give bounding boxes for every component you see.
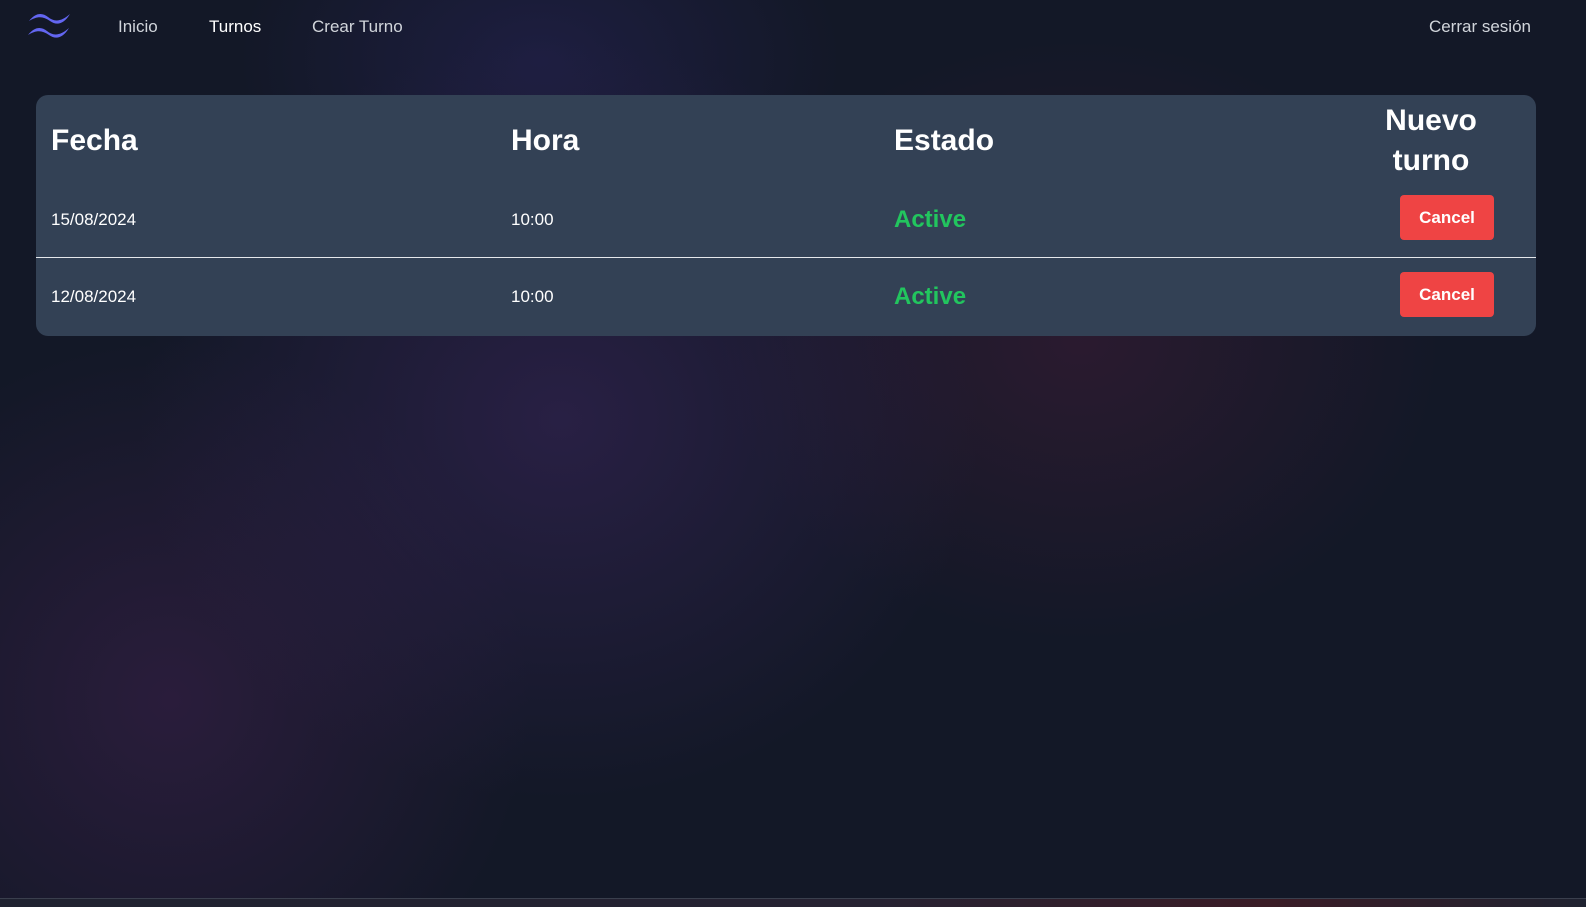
tailwind-wave-logo-icon[interactable] [26, 9, 72, 41]
top-navbar: Inicio Turnos Crear Turno Cerrar sesión [0, 0, 1586, 54]
column-header-estado: Estado [894, 124, 995, 157]
nav-link-inicio[interactable]: Inicio [118, 16, 158, 38]
column-header-hora: Hora [511, 124, 580, 157]
column-header-fecha: Fecha [51, 124, 138, 157]
cell-fecha: 12/08/2024 [51, 287, 137, 306]
table-row: 15/08/2024 10:00 Active Cancel [36, 181, 1536, 258]
table-row: 12/08/2024 10:00 Active Cancel [36, 258, 1536, 334]
cancel-button[interactable]: Cancel [1400, 272, 1494, 317]
cell-hora: 10:00 [511, 210, 554, 229]
bottom-edge-bar [0, 898, 1586, 907]
column-header-nuevo-turno: Nuevo turno [1385, 104, 1477, 177]
cancel-button[interactable]: Cancel [1400, 195, 1494, 240]
turnos-table: Fecha Hora Estado Nuevo turno 15/08/2024… [36, 95, 1536, 336]
nav-link-turnos[interactable]: Turnos [209, 16, 261, 38]
cell-hora: 10:00 [511, 287, 554, 306]
status-badge: Active [894, 283, 967, 310]
status-badge: Active [894, 206, 967, 233]
cell-fecha: 15/08/2024 [51, 210, 137, 229]
logout-link[interactable]: Cerrar sesión [1429, 16, 1531, 38]
nav-link-crear-turno[interactable]: Crear Turno [312, 16, 403, 38]
